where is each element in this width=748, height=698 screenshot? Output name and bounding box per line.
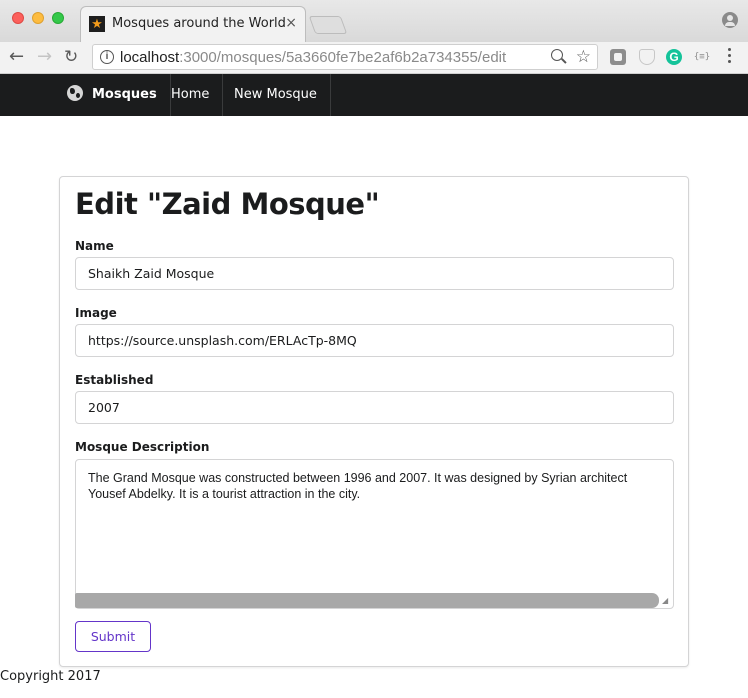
back-arrow-icon[interactable]: ←: [9, 47, 24, 67]
globe-icon: [67, 84, 83, 101]
brand-link[interactable]: Mosques: [54, 74, 171, 116]
nav-home-link[interactable]: Home: [158, 74, 224, 116]
close-window-button[interactable]: [12, 12, 24, 24]
browser-toolbar: ← → ↻ i localhost:3000/mosques/5a3660fe7…: [0, 42, 748, 74]
brand-label: Mosques: [92, 87, 157, 102]
reload-icon[interactable]: ↻: [64, 47, 78, 67]
tab-title: Mosques around the World: [112, 16, 286, 31]
info-icon[interactable]: i: [100, 50, 114, 64]
established-label: Established: [75, 373, 154, 387]
grammarly-icon[interactable]: G: [666, 49, 682, 65]
new-tab-button[interactable]: [308, 16, 348, 34]
profile-icon[interactable]: [722, 12, 738, 28]
shield-extension-icon[interactable]: [639, 49, 655, 65]
tab-close-icon[interactable]: ×: [285, 15, 297, 31]
zoom-icon[interactable]: [551, 49, 563, 61]
favicon-star-icon: ★: [89, 16, 105, 32]
image-label: Image: [75, 306, 117, 320]
name-label: Name: [75, 239, 114, 253]
browser-titlebar: ★ Mosques around the World ×: [0, 0, 748, 42]
edit-form-card: Edit "Zaid Mosque" Name Image Establishe…: [59, 176, 689, 667]
textarea-scrollbar[interactable]: [75, 593, 659, 608]
submit-button[interactable]: Submit: [75, 621, 151, 652]
footer-copyright: Copyright 2017: [0, 669, 101, 684]
page-title: Edit "Zaid Mosque": [75, 187, 380, 221]
url-text[interactable]: localhost:3000/mosques/5a3660fe7be2af6b2…: [120, 49, 506, 66]
nav-new-mosque-link[interactable]: New Mosque: [221, 74, 331, 116]
image-url-input[interactable]: [75, 324, 674, 357]
maximize-window-button[interactable]: [52, 12, 64, 24]
minimize-window-button[interactable]: [32, 12, 44, 24]
description-label: Mosque Description: [75, 440, 210, 454]
bookmark-star-icon[interactable]: ☆: [576, 47, 591, 67]
address-bar[interactable]: i localhost:3000/mosques/5a3660fe7be2af6…: [92, 44, 598, 70]
extension-square-icon[interactable]: [610, 49, 626, 65]
forward-arrow-icon[interactable]: →: [37, 47, 52, 67]
description-textarea[interactable]: The Grand Mosque was constructed between…: [75, 459, 674, 609]
browser-tab[interactable]: ★ Mosques around the World ×: [80, 6, 306, 42]
url-path: :3000/mosques/5a3660fe7be2af6b2a734355/e…: [179, 49, 507, 66]
browser-menu-icon[interactable]: [728, 48, 732, 66]
name-input[interactable]: [75, 257, 674, 290]
app-navbar: Mosques Home New Mosque: [0, 74, 748, 116]
established-input[interactable]: [75, 391, 674, 424]
json-viewer-icon[interactable]: {≡}: [691, 49, 713, 65]
resize-handle-icon[interactable]: ◢: [662, 596, 672, 606]
url-host: localhost: [120, 49, 180, 66]
